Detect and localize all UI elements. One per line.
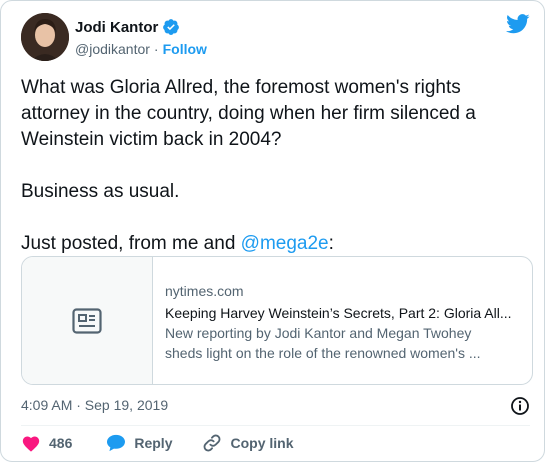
tweet-line-1: What was Gloria Allred, the foremost wom… — [21, 77, 482, 150]
author-handle-row: @jodikantor · Follow — [75, 41, 207, 57]
card-text: nytimes.com Keeping Harvey Weinstein’s S… — [153, 257, 532, 384]
tweet-line-3-prefix: Just posted, from me and — [21, 233, 241, 254]
author-handle[interactable]: @jodikantor — [75, 41, 150, 57]
timestamp[interactable]: 4:09 AM · Sep 19, 2019 — [21, 397, 168, 413]
tweet-text: What was Gloria Allred, the foremost wom… — [21, 75, 533, 257]
card-description-line-2: sheds light on the role of the renowned … — [165, 345, 481, 361]
tweet-embed: Jodi Kantor @jodikantor · Follow What was … — [0, 0, 545, 462]
follow-button[interactable]: Follow — [163, 41, 207, 57]
author-name[interactable]: Jodi Kantor — [75, 19, 158, 36]
mention-link[interactable]: @mega2e — [241, 233, 329, 254]
card-description: New reporting by Jodi Kantor and Megan T… — [165, 323, 520, 363]
copy-link-label: Copy link — [230, 435, 294, 451]
reply-button[interactable]: Reply — [106, 434, 172, 452]
verified-badge-icon — [163, 19, 180, 35]
author-name-row: Jodi Kantor — [75, 18, 180, 36]
copy-link-button[interactable]: Copy link — [202, 433, 294, 453]
separator-dot: · — [153, 41, 159, 57]
heart-icon — [22, 436, 40, 452]
like-button[interactable]: 486 — [21, 434, 72, 452]
reply-bubble-icon — [107, 434, 126, 452]
card-thumbnail — [22, 257, 153, 384]
avatar[interactable] — [21, 13, 69, 61]
card-domain: nytimes.com — [165, 283, 244, 299]
divider — [21, 425, 530, 426]
info-icon[interactable] — [510, 396, 530, 416]
tweet-line-3-suffix: : — [328, 233, 334, 254]
article-icon — [72, 307, 102, 334]
twitter-bird-icon[interactable] — [506, 14, 530, 34]
action-bar: 486 Reply Copy link — [21, 433, 322, 453]
reply-label: Reply — [134, 435, 173, 451]
tweet-line-2: Business as usual. — [21, 181, 180, 202]
card-title: Keeping Harvey Weinstein’s Secrets, Part… — [165, 305, 512, 321]
link-icon — [204, 434, 221, 452]
card-description-line-1: New reporting by Jodi Kantor and Megan T… — [165, 325, 472, 341]
link-preview-card[interactable]: nytimes.com Keeping Harvey Weinstein’s S… — [21, 256, 533, 385]
like-count: 486 — [49, 435, 73, 451]
